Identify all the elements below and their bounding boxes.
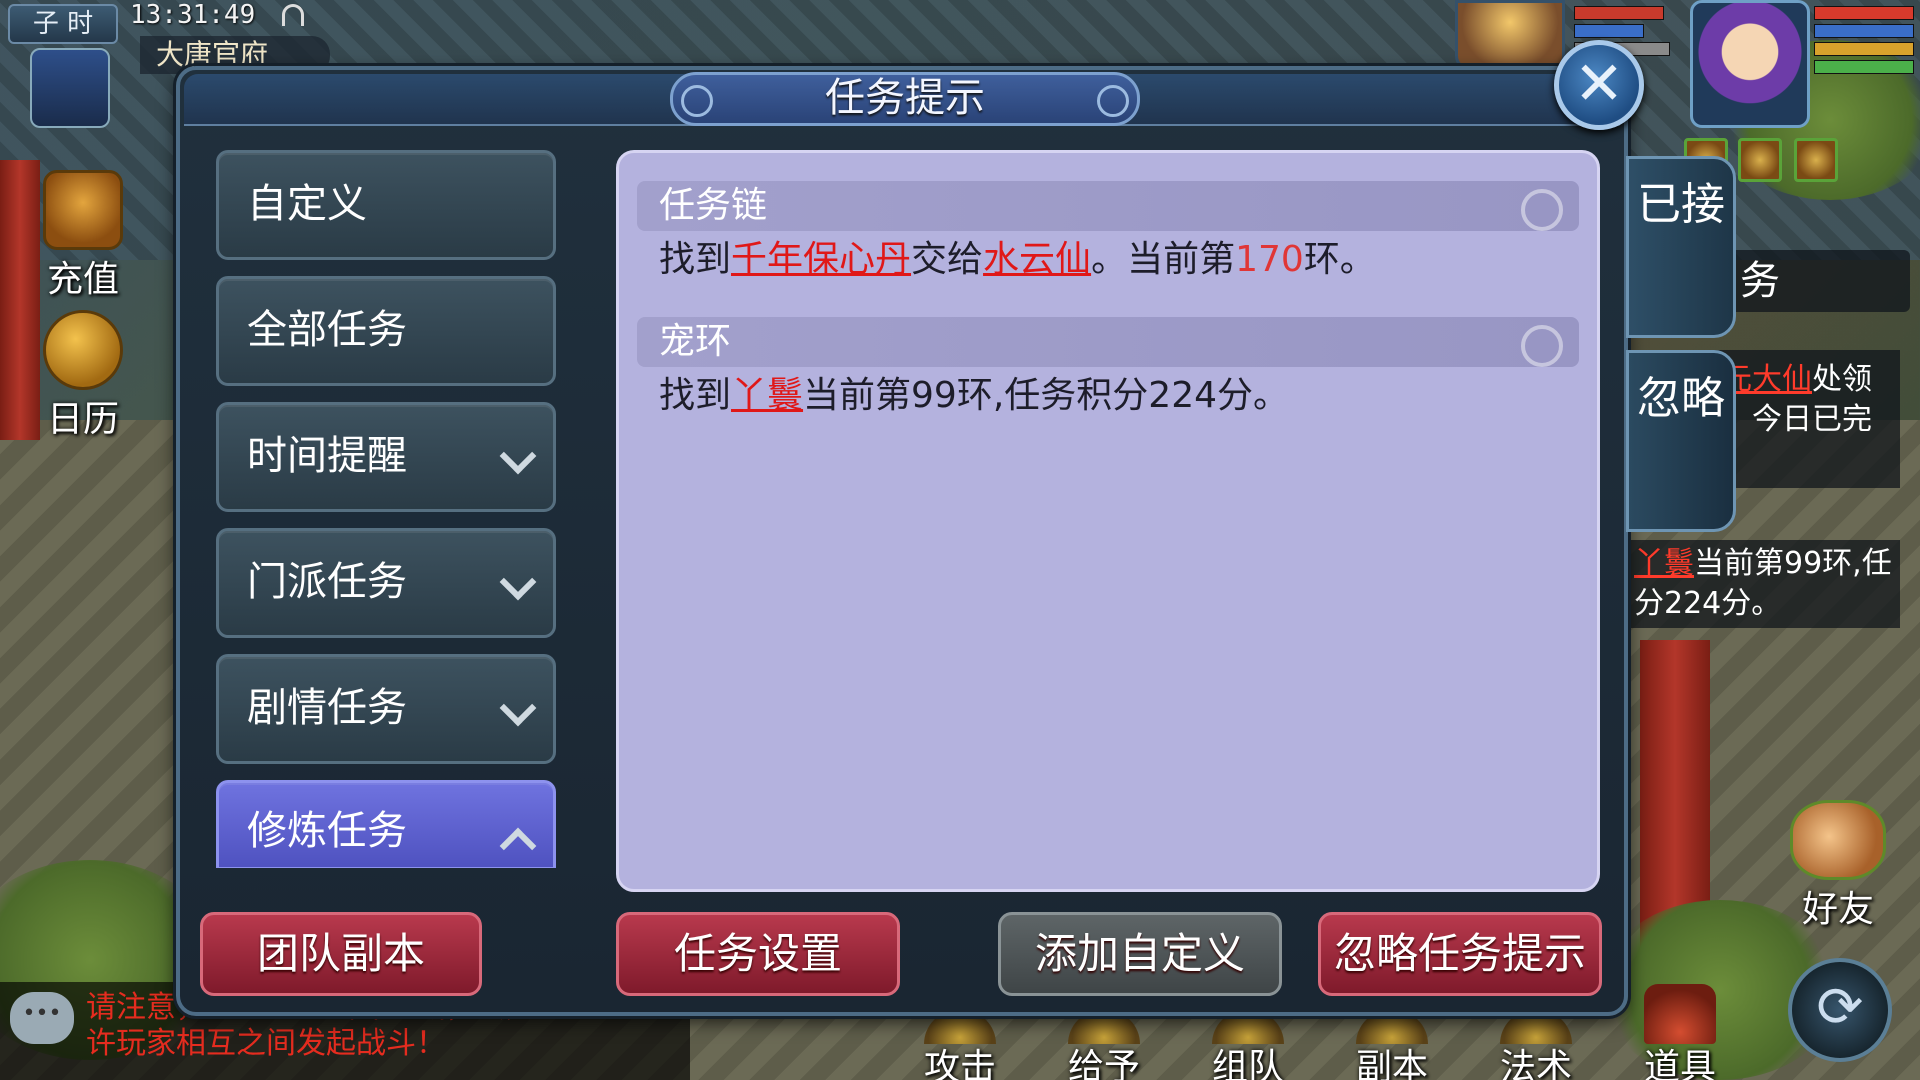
category-label: 全部任务 [247, 307, 407, 353]
treasure-chest-icon [1644, 984, 1716, 1044]
chevron-up-icon [499, 827, 537, 865]
quest-tracker-npc: 丫鬟 [1634, 546, 1694, 581]
dialog-title: 任务提示 [670, 72, 1140, 126]
quest-tracker-text: 分224分。 [1634, 586, 1782, 621]
category-label: 自定义 [247, 181, 367, 227]
wifi-icon [282, 4, 304, 26]
give-label: 给予 [1067, 1047, 1140, 1080]
task-text: 找到 [659, 239, 732, 280]
handshake-icon [1790, 800, 1886, 880]
attack-label: 攻击 [923, 1047, 996, 1080]
buff-slot-icon[interactable] [1738, 138, 1782, 182]
quest-tracker-text: ，今日已完 [1722, 402, 1872, 437]
treasure-chest-icon [43, 170, 123, 250]
chevron-down-icon [499, 563, 537, 601]
task-content-panel: 任务链 找到千年保心丹交给水云仙。当前第170环。 宠环 找到丫鬟当前第99环,… [616, 150, 1600, 892]
task-entry: 宠环 找到丫鬟当前第99环,任务积分224分。 [637, 317, 1579, 425]
task-settings-button[interactable]: 任务设置 [616, 912, 900, 996]
ignore-task-hint-button[interactable]: 忽略任务提示 [1318, 912, 1602, 996]
hp-bar [1814, 6, 1914, 20]
category-label: 修炼任务 [247, 808, 407, 854]
task-description: 找到千年保心丹交给水云仙。当前第170环。 [637, 231, 1579, 289]
player-status-bars [1814, 6, 1914, 78]
category-label: 剧情任务 [247, 685, 407, 731]
task-entry: 任务链 找到千年保心丹交给水云仙。当前第170环。 [637, 181, 1579, 289]
task-hint-dialog: 任务提示 ✕ 自定义 全部任务 时间提醒 门派任务 剧情任务 修炼任务 任务链 … [176, 40, 1644, 1016]
ring-count: 170 [1235, 239, 1304, 280]
task-text: 。当前第 [1091, 239, 1236, 280]
minimap-icon[interactable] [30, 48, 110, 128]
task-text: 环。 [1303, 239, 1376, 280]
recharge-label: 充值 [46, 259, 119, 300]
task-text: 交给 [911, 239, 984, 280]
hp-bar [1574, 6, 1664, 20]
category-all-tasks[interactable]: 全部任务 [216, 276, 556, 386]
give-button[interactable]: 给予 [1044, 1010, 1164, 1080]
friends-label: 好友 [1801, 889, 1874, 930]
category-sect-tasks[interactable]: 门派任务 [216, 528, 556, 638]
attack-button[interactable]: 攻击 [900, 1010, 1020, 1080]
quest-tracker-entry[interactable]: 丫鬟当前第99环,任 分224分。 [1630, 540, 1900, 628]
mp-bar [1574, 24, 1644, 38]
task-description: 找到丫鬟当前第99环,任务积分224分。 [637, 367, 1579, 425]
dungeon-label: 副本 [1355, 1047, 1428, 1080]
npc-link[interactable]: 丫鬟 [731, 375, 803, 416]
tab-accepted-label: 已接 [1637, 179, 1725, 230]
category-list: 自定义 全部任务 时间提醒 门派任务 剧情任务 修炼任务 [216, 150, 556, 868]
system-message-line: 许玩家相互之间发起战斗！ [86, 1026, 446, 1061]
quest-tracker-tab-label: 务 [1740, 258, 1780, 304]
category-story-tasks[interactable]: 剧情任务 [216, 654, 556, 764]
inventory-label: 道具 [1643, 1047, 1716, 1080]
team-dungeon-button[interactable]: 团队副本 [200, 912, 482, 996]
exp-bar [1814, 60, 1914, 74]
tab-ignore[interactable]: 忽略 [1626, 350, 1736, 532]
category-label: 时间提醒 [247, 433, 407, 479]
chevron-down-icon [499, 437, 537, 475]
anger-bar [1814, 42, 1914, 56]
item-link[interactable]: 千年保心丹 [731, 239, 911, 280]
quest-tracker-text: 当前第99环,任 [1694, 546, 1892, 581]
tab-accepted[interactable]: 已接 [1626, 156, 1736, 338]
calendar-icon [43, 310, 123, 390]
skill-label: 法术 [1499, 1047, 1572, 1080]
player-portrait[interactable] [1690, 0, 1810, 128]
category-label: 门派任务 [247, 559, 407, 605]
chat-bubble-icon[interactable]: ••• [10, 992, 74, 1044]
skill-button[interactable]: 法术 [1476, 1010, 1596, 1080]
category-time-reminder[interactable]: 时间提醒 [216, 402, 556, 512]
quest-tracker-text: 处领 [1812, 362, 1872, 397]
close-button[interactable]: ✕ [1554, 40, 1644, 130]
team-label: 组队 [1211, 1047, 1284, 1080]
clock: 13:31:49 [130, 0, 256, 30]
inventory-button[interactable]: 道具 [1620, 984, 1740, 1080]
buff-slot-icon[interactable] [1794, 138, 1838, 182]
refresh-button[interactable]: ⟳ [1788, 958, 1892, 1062]
category-cultivation-tasks[interactable]: 修炼任务 [216, 780, 556, 868]
add-custom-button[interactable]: 添加自定义 [998, 912, 1282, 996]
task-header: 任务链 [637, 181, 1579, 231]
recharge-button[interactable]: 充值 [28, 170, 138, 302]
mp-bar [1814, 24, 1914, 38]
pet-portrait[interactable] [1455, 0, 1565, 70]
npc-link[interactable]: 水云仙 [983, 239, 1091, 280]
tab-ignore-label: 忽略 [1637, 373, 1725, 424]
action-bar: 攻击 给予 组队 副本 法术 道具 [900, 984, 1740, 1080]
calendar-button[interactable]: 日历 [28, 310, 138, 442]
dungeon-button[interactable]: 副本 [1332, 1010, 1452, 1080]
time-period-badge: 子 时 [8, 4, 118, 44]
task-header: 宠环 [637, 317, 1579, 367]
chevron-down-icon [499, 689, 537, 727]
calendar-label: 日历 [46, 399, 119, 440]
team-button[interactable]: 组队 [1188, 1010, 1308, 1080]
task-text: 找到 [659, 375, 732, 416]
category-custom[interactable]: 自定义 [216, 150, 556, 260]
task-text: 当前第99环,任务积分224分。 [803, 375, 1289, 416]
friends-button[interactable]: 好友 [1778, 800, 1898, 932]
